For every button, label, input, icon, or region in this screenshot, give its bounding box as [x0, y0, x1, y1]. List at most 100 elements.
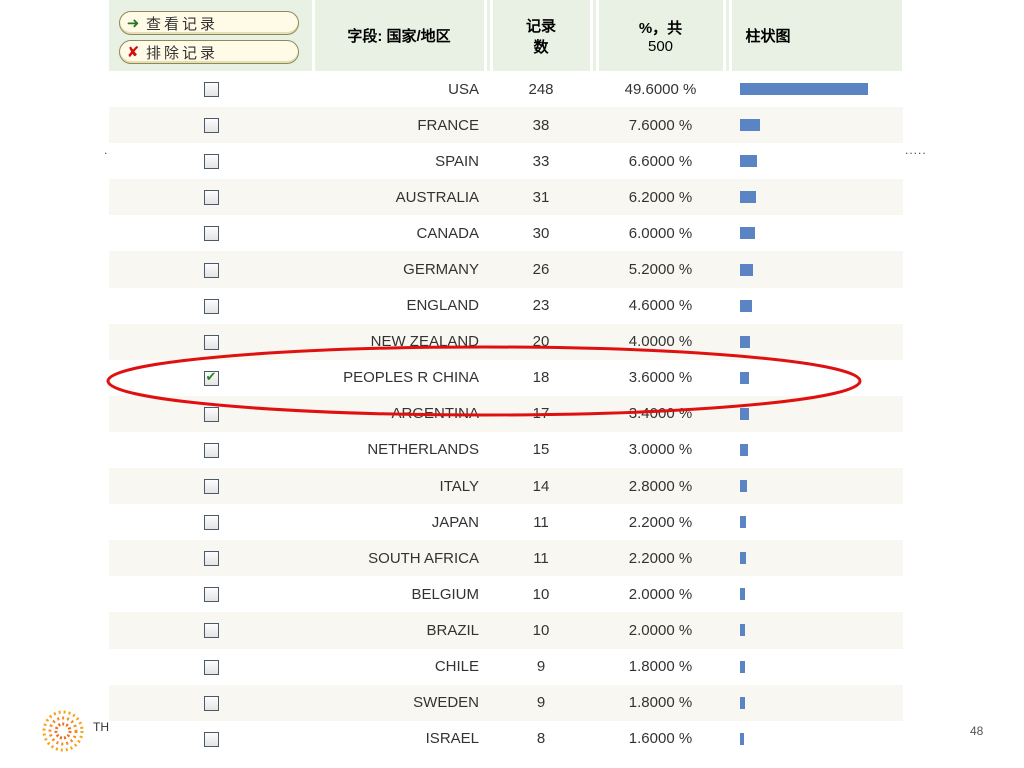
table-row: PEOPLES R CHINA 18 3.6000 % — [109, 360, 903, 396]
results-body: USA 248 49.6000 % FRANCE 38 7.6000 % SPAIN 33 6.… — [109, 71, 903, 757]
record-count: 33 — [532, 152, 550, 170]
country-cell: NEW ZEALAND — [313, 323, 485, 360]
share-bar — [740, 119, 760, 132]
record-count: 14 — [532, 477, 550, 495]
percent-cell: 2.2000 % — [597, 540, 724, 577]
row-checkbox[interactable] — [203, 515, 219, 531]
count-cell: 17 — [491, 395, 591, 432]
percent-cell: 2.0000 % — [597, 576, 724, 612]
percent-cell: 1.8000 % — [597, 649, 724, 685]
share-bar — [740, 83, 868, 96]
table-row: CANADA 30 6.0000 % — [109, 215, 903, 251]
row-checkbox[interactable] — [203, 587, 219, 603]
row-checkbox[interactable] — [203, 118, 219, 134]
table-row: USA 248 49.6000 % — [109, 71, 903, 107]
record-percent: 4.0000 % — [628, 333, 693, 351]
count-cell: 9 — [491, 684, 591, 721]
view-records-button[interactable]: ➜ 查看记录 — [119, 11, 299, 35]
record-count: 8 — [536, 730, 546, 748]
company-logo-icon — [42, 710, 84, 752]
record-count: 9 — [536, 658, 546, 676]
row-checkbox[interactable] — [203, 334, 219, 350]
country-name: SPAIN — [435, 152, 479, 170]
row-checkbox-cell — [109, 504, 313, 540]
country-cell: BELGIUM — [313, 576, 485, 612]
record-count: 23 — [532, 297, 550, 315]
table-row: CHILE 9 1.8000 % — [109, 649, 903, 685]
row-checkbox[interactable] — [203, 154, 219, 170]
row-checkbox[interactable] — [203, 623, 219, 639]
row-checkbox[interactable] — [203, 298, 219, 314]
bar-cell — [730, 251, 903, 288]
country-name: ENGLAND — [406, 297, 479, 315]
table-row: ISRAEL 8 1.6000 % — [109, 721, 903, 757]
country-cell: ITALY — [313, 468, 485, 505]
row-checkbox-cell — [109, 432, 313, 468]
percent-cell: 3.0000 % — [597, 432, 724, 468]
row-checkbox[interactable] — [203, 551, 219, 567]
country-name: PEOPLES R CHINA — [343, 369, 479, 387]
row-checkbox[interactable] — [203, 82, 219, 98]
actions-header: ➜ 查看记录 ✘ 排除记录 — [109, 0, 315, 71]
row-checkbox[interactable] — [203, 190, 219, 206]
field-header: 字段: 国家/地区 — [313, 0, 487, 71]
count-cell: 10 — [491, 576, 591, 612]
share-bar — [740, 299, 752, 312]
count-cell: 15 — [491, 432, 591, 468]
bar-cell — [730, 612, 903, 649]
row-checkbox[interactable] — [203, 226, 219, 242]
country-name: NEW ZEALAND — [370, 333, 479, 351]
share-bar — [740, 155, 757, 168]
row-checkbox[interactable] — [203, 443, 219, 459]
row-checkbox-cell — [109, 576, 313, 612]
country-cell: ENGLAND — [313, 288, 485, 324]
count-cell: 10 — [491, 612, 591, 649]
row-checkbox[interactable] — [203, 262, 219, 278]
country-name: SOUTH AFRICA — [368, 549, 479, 567]
record-count: 31 — [532, 188, 550, 206]
row-checkbox[interactable] — [203, 731, 219, 747]
row-checkbox-cell — [109, 360, 313, 396]
percent-cell: 4.6000 % — [597, 288, 724, 324]
row-checkbox[interactable] — [203, 479, 219, 495]
record-percent: 2.0000 % — [628, 585, 693, 603]
count-header: 记录 数 — [491, 0, 593, 71]
bar-cell — [730, 395, 903, 432]
country-name: FRANCE — [417, 116, 479, 134]
row-checkbox[interactable] — [203, 695, 219, 711]
dots-right: ..... — [905, 143, 927, 157]
row-checkbox-cell — [109, 468, 313, 505]
count-cell: 8 — [491, 721, 591, 757]
bar-chart-header: 柱状图 — [730, 0, 905, 71]
country-name: NETHERLANDS — [367, 441, 479, 459]
country-name: GERMANY — [403, 261, 479, 279]
count-cell: 9 — [491, 649, 591, 685]
record-count: 11 — [533, 549, 549, 567]
country-cell: PEOPLES R CHINA — [313, 360, 485, 396]
country-cell: ISRAEL — [313, 721, 485, 757]
row-checkbox-cell — [109, 540, 313, 577]
record-percent: 3.0000 % — [628, 441, 693, 459]
percent-cell: 6.6000 % — [597, 143, 724, 179]
row-checkbox[interactable] — [203, 369, 219, 386]
percent-cell: 5.2000 % — [597, 251, 724, 288]
percent-cell: 49.6000 % — [597, 71, 724, 107]
row-checkbox[interactable] — [203, 659, 219, 675]
row-checkbox[interactable] — [203, 406, 219, 422]
country-name: BELGIUM — [411, 585, 479, 603]
table-row: AUSTRALIA 31 6.2000 % — [109, 179, 903, 216]
percent-cell: 7.6000 % — [597, 107, 724, 144]
table-row: SPAIN 33 6.6000 % — [109, 143, 903, 179]
count-cell: 14 — [491, 468, 591, 505]
view-records-label: 查看记录 — [146, 14, 219, 33]
count-header-line1: 记录 — [525, 17, 556, 35]
percent-cell: 2.2000 % — [597, 504, 724, 540]
exclude-records-button[interactable]: ✘ 排除记录 — [119, 40, 299, 64]
arrow-right-icon: ➜ — [126, 14, 140, 32]
country-cell: BRAZIL — [313, 612, 485, 649]
row-checkbox-cell — [109, 288, 313, 324]
table-row: BRAZIL 10 2.0000 % — [109, 612, 903, 649]
share-bar — [740, 516, 746, 529]
table-row: BELGIUM 10 2.0000 % — [109, 576, 903, 612]
count-cell: 248 — [491, 71, 591, 107]
